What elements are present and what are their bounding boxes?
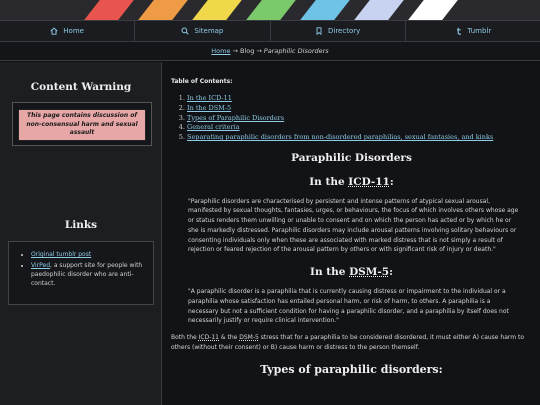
toc-item: General criteria bbox=[187, 123, 532, 133]
top-nav: Home Sitemap Directory Tumblr bbox=[0, 20, 540, 42]
dsm-abbr: DSM-5 bbox=[349, 266, 390, 279]
page-title: Paraphilic Disorders bbox=[291, 151, 412, 164]
nav-tumblr-label: Tumblr bbox=[467, 27, 492, 35]
breadcrumb-separator: → bbox=[232, 47, 238, 55]
breadcrumb-blog: Blog bbox=[239, 47, 255, 55]
dsm-heading-suffix: : bbox=[389, 266, 393, 279]
nav-tumblr[interactable]: Tumblr bbox=[406, 21, 540, 41]
virped-link[interactable]: VirPed bbox=[31, 262, 50, 269]
banner-stripe bbox=[130, 0, 196, 20]
banner-stripe bbox=[346, 0, 412, 20]
nav-directory-label: Directory bbox=[327, 27, 361, 35]
both-paragraph: Both the ICD-11 & the DSM-5 stress that … bbox=[171, 333, 532, 352]
bookmark-icon bbox=[316, 27, 322, 35]
breadcrumb: Home → Blog → Paraphilic Disorders bbox=[0, 42, 540, 61]
links-list: Original tumblr post VirPed, a support s… bbox=[8, 241, 154, 305]
breadcrumb-current: Paraphilic Disorders bbox=[263, 47, 329, 55]
table-of-contents: In the ICD-11 In the DSM-5 Types of Para… bbox=[171, 94, 532, 143]
toc-item: Separating paraphilic disorders from non… bbox=[187, 133, 532, 143]
paragraph-text: & the bbox=[219, 333, 240, 341]
main-content: Table of Contents: In the ICD-11 In the … bbox=[163, 62, 540, 405]
toc-link-icd[interactable]: In the ICD-11 bbox=[187, 94, 232, 102]
icd-heading-suffix: : bbox=[389, 175, 394, 188]
content-warning-title: Content Warning bbox=[30, 81, 132, 93]
icd-abbr: ICD-11 bbox=[198, 333, 219, 341]
links-title: Links bbox=[64, 219, 98, 231]
dsm-heading: In the DSM-5: bbox=[171, 266, 532, 278]
toc-item: In the DSM-5 bbox=[187, 104, 532, 114]
toc-link-separating[interactable]: Separating paraphilic disorders from non… bbox=[187, 133, 493, 141]
tumblr-post-link[interactable]: Original tumblr post bbox=[31, 251, 91, 258]
list-item: Original tumblr post bbox=[31, 250, 147, 259]
nav-home-label: Home bbox=[63, 27, 84, 35]
nav-home[interactable]: Home bbox=[0, 21, 136, 41]
breadcrumb-separator: → bbox=[256, 47, 262, 55]
breadcrumb-home-link[interactable]: Home bbox=[211, 47, 230, 55]
list-item: VirPed, a support site for people with p… bbox=[31, 261, 147, 288]
types-heading: Types of paraphilic disorders: bbox=[260, 363, 443, 377]
toc-item: Types of Paraphilic Disorders bbox=[187, 114, 532, 124]
tumblr-icon bbox=[456, 27, 461, 35]
nav-sitemap-label: Sitemap bbox=[194, 27, 224, 35]
banner-stripe bbox=[292, 0, 358, 20]
content-warning-text: This page contains discussion of non-con… bbox=[18, 109, 146, 142]
nav-directory[interactable]: Directory bbox=[271, 21, 406, 41]
dsm-heading-prefix: In the bbox=[310, 266, 350, 279]
toc-link-dsm[interactable]: In the DSM-5 bbox=[187, 104, 231, 112]
icd-heading-prefix: In the bbox=[309, 175, 349, 188]
search-icon bbox=[181, 27, 189, 35]
paragraph-text: Both the bbox=[171, 333, 199, 341]
sidebar: Content Warning This page contains discu… bbox=[0, 62, 162, 405]
home-icon bbox=[50, 27, 58, 35]
banner-stripe bbox=[400, 0, 466, 20]
content-warning-box: This page contains discussion of non-con… bbox=[12, 102, 152, 146]
banner-stripe bbox=[76, 0, 142, 20]
banner-stripe bbox=[238, 0, 304, 20]
banner-stripe bbox=[184, 0, 250, 20]
toc-link-types[interactable]: Types of Paraphilic Disorders bbox=[187, 114, 284, 122]
toc-item: In the ICD-11 bbox=[187, 94, 532, 104]
nav-sitemap[interactable]: Sitemap bbox=[135, 21, 271, 41]
dsm-quote: "A paraphilic disorder is a paraphilia t… bbox=[188, 288, 509, 325]
dsm-abbr: DSM-5 bbox=[239, 333, 259, 341]
icd-quote: "Paraphilic disorders are characterised … bbox=[188, 197, 519, 254]
toc-title: Table of Contents: bbox=[171, 78, 233, 85]
toc-link-criteria[interactable]: General criteria bbox=[187, 123, 240, 131]
icd-heading: In the ICD-11: bbox=[171, 176, 532, 188]
header-stripes bbox=[0, 0, 540, 20]
icd-abbr: ICD-11 bbox=[348, 175, 390, 188]
